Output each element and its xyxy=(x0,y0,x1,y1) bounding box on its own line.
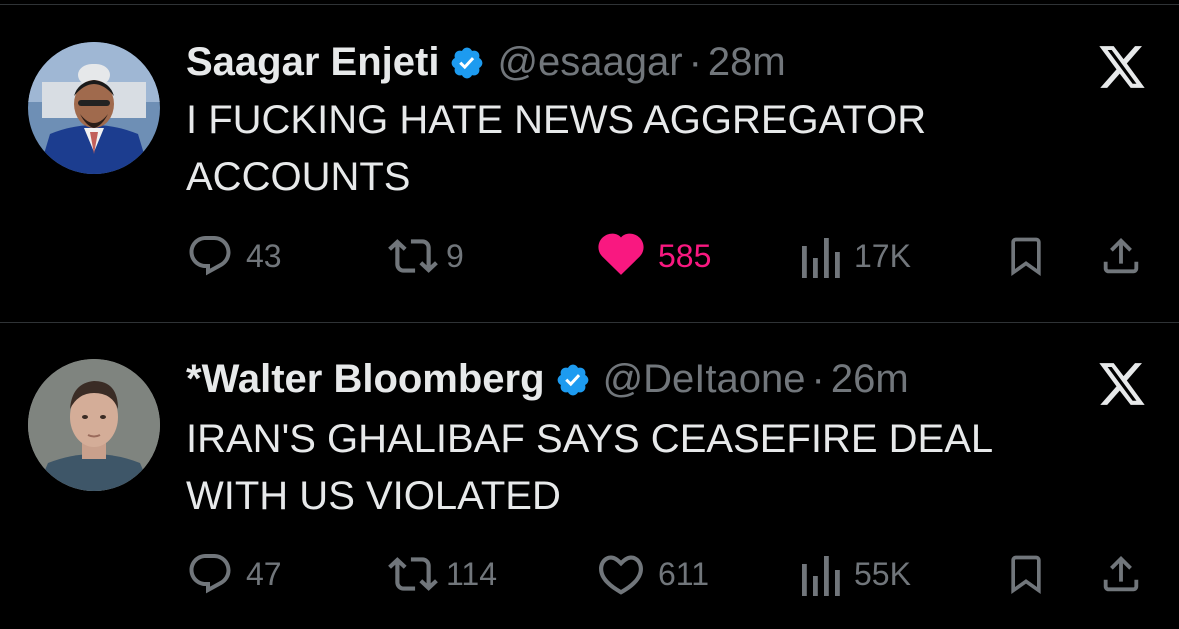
reply-bubble-icon xyxy=(189,236,231,276)
tweet-text: I FUCKING HATE NEWS AGGREGATOR ACCOUNTS xyxy=(186,92,1086,206)
tweet-text-line: WITH US VIOLATED xyxy=(186,474,561,518)
heart-icon xyxy=(599,555,643,595)
like-count: 611 xyxy=(658,555,710,592)
verified-badge-icon xyxy=(449,44,485,80)
handle[interactable]: @DeItaone xyxy=(603,355,806,403)
share-icon xyxy=(1103,555,1139,592)
views-button[interactable]: 17K xyxy=(800,231,911,281)
bookmark-button[interactable] xyxy=(1004,549,1048,599)
display-name[interactable]: Saagar Enjeti xyxy=(186,38,439,86)
reply-bubble-icon xyxy=(189,554,231,594)
like-button[interactable]: 585 xyxy=(596,231,711,281)
views-bars-icon xyxy=(802,556,840,596)
separator: · xyxy=(811,357,825,401)
reply-count: 43 xyxy=(246,237,282,274)
share-button[interactable] xyxy=(1098,231,1144,281)
tweet-1-header: Saagar Enjeti @esaagar · 28m xyxy=(186,38,786,86)
share-icon xyxy=(1103,237,1139,274)
avatar-walter[interactable] xyxy=(28,359,160,491)
tweet-1-actions: 43 9 585 17K xyxy=(0,231,1179,281)
repost-button[interactable]: 114 xyxy=(386,549,497,599)
handle[interactable]: @esaagar xyxy=(497,38,682,86)
repost-count: 114 xyxy=(446,555,498,592)
tweet-text: IRAN'S GHALIBAF SAYS CEASEFIRE DEAL WITH… xyxy=(186,411,1086,525)
bookmark-icon xyxy=(1011,237,1041,277)
like-button[interactable]: 611 xyxy=(596,549,709,599)
timestamp[interactable]: 28m xyxy=(708,38,786,86)
tweet-text-line: I FUCKING HATE NEWS AGGREGATOR xyxy=(186,98,927,142)
repost-icon xyxy=(388,239,438,273)
tweet-2-header: *Walter Bloomberg @DeItaone · 26m xyxy=(186,355,909,403)
bookmark-icon xyxy=(1011,555,1041,595)
repost-icon xyxy=(388,557,438,591)
tweet-text-line: IRAN'S GHALIBAF SAYS CEASEFIRE DEAL xyxy=(186,417,994,461)
reply-count: 47 xyxy=(246,555,282,592)
display-name[interactable]: *Walter Bloomberg xyxy=(186,355,545,403)
tweet-2-actions: 47 114 611 55K xyxy=(0,549,1179,599)
x-logo-icon[interactable] xyxy=(1096,44,1148,92)
views-button[interactable]: 55K xyxy=(800,549,911,599)
avatar-saagar[interactable] xyxy=(28,42,160,174)
share-button[interactable] xyxy=(1098,549,1144,599)
tweet-2[interactable]: *Walter Bloomberg @DeItaone · 26m IRAN'S… xyxy=(0,323,1179,629)
heart-icon xyxy=(598,233,644,275)
bookmark-button[interactable] xyxy=(1004,231,1048,281)
reply-button[interactable]: 47 xyxy=(186,549,282,599)
x-logo-icon[interactable] xyxy=(1096,361,1148,409)
views-bars-icon xyxy=(802,238,840,278)
separator: · xyxy=(688,40,702,84)
view-count: 55K xyxy=(854,555,911,592)
tweet-text-line: ACCOUNTS xyxy=(186,155,411,199)
verified-badge-icon xyxy=(555,361,591,397)
repost-count: 9 xyxy=(446,237,464,274)
tweet-1[interactable]: Saagar Enjeti @esaagar · 28m I FUCKING H… xyxy=(0,0,1179,322)
reply-button[interactable]: 43 xyxy=(186,231,282,281)
timestamp[interactable]: 26m xyxy=(831,355,909,403)
view-count: 17K xyxy=(854,237,911,274)
like-count: 585 xyxy=(658,237,712,274)
repost-button[interactable]: 9 xyxy=(386,231,464,281)
